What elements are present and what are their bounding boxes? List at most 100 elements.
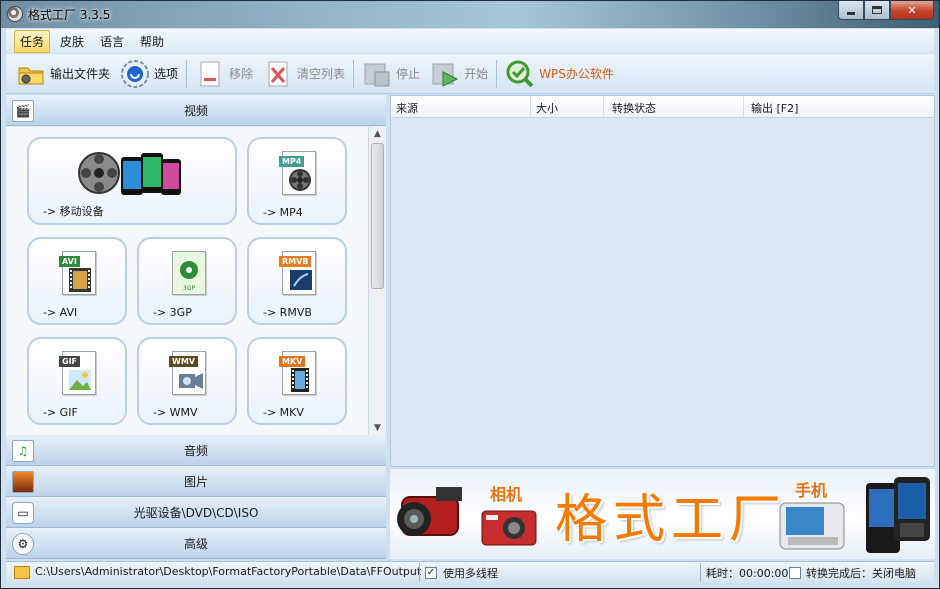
format-3gp[interactable]: 3GP -> 3GP (137, 237, 237, 325)
advanced-reel-icon: ⚙ (12, 533, 34, 555)
multithread-label: 使用多线程 (443, 567, 498, 580)
maximize-icon (872, 6, 882, 14)
format-mkv[interactable]: MKV -> MKV (247, 337, 347, 425)
optical-drive-icon: ▭ (12, 502, 34, 524)
category-video-header[interactable]: 🎬 视频 (6, 95, 386, 126)
column-status[interactable]: 转换状态 (612, 100, 656, 116)
clear-list-label: 清空列表 (297, 67, 346, 81)
column-divider (530, 96, 531, 118)
column-divider (743, 96, 744, 118)
stop-icon (362, 59, 392, 89)
app-window: 格式工厂 3.3.5 ✕ 任务 皮肤 语言 帮助 输出文件夹 选项 移除 清空列… (0, 0, 940, 589)
format-rmvb[interactable]: RMVB -> RMVB (247, 237, 347, 325)
film-icon: 🎬 (12, 100, 34, 122)
video-format-grid: -> 移动设备 MP4 -> MP4 AVI -> AVI 3GP -> 3GP… (6, 127, 386, 435)
pda-phones-icon (866, 477, 930, 553)
minimize-button[interactable] (838, 1, 864, 20)
maximize-button[interactable] (864, 1, 890, 20)
format-avi-label: -> AVI (43, 306, 78, 319)
window-title: 格式工厂 3.3.5 (28, 8, 111, 22)
folder-icon (16, 59, 46, 89)
gif-file-icon: GIF (54, 347, 100, 399)
3gp-tag: 3GP (183, 285, 195, 292)
output-folder-label: 输出文件夹 (50, 67, 111, 81)
column-size[interactable]: 大小 (536, 100, 558, 116)
column-output[interactable]: 输出 [F2] (751, 100, 798, 116)
format-rmvb-label: -> RMVB (263, 306, 312, 319)
format-wmv[interactable]: WMV -> WMV (137, 337, 237, 425)
menu-language[interactable]: 语言 (94, 30, 130, 53)
format-mp4[interactable]: MP4 -> MP4 (247, 137, 347, 225)
format-mkv-label: -> MKV (263, 406, 304, 419)
stop-label: 停止 (396, 67, 421, 81)
toolbar: 输出文件夹 选项 移除 清空列表 停止 开始 WPS办公软件 (6, 54, 934, 94)
wps-search-icon (505, 59, 535, 89)
category-advanced-label: 高级 (183, 536, 208, 551)
camera-tag: 相机 (490, 485, 523, 504)
column-divider (603, 96, 604, 118)
task-list-header: 来源 大小 转换状态 输出 [F2] (391, 96, 934, 118)
output-path[interactable]: C:\Users\Administrator\Desktop\FormatFac… (35, 565, 421, 578)
scrollbar-thumb[interactable] (371, 143, 384, 289)
minimize-icon (847, 11, 855, 15)
rmvb-file-icon: RMVB (274, 247, 320, 299)
close-icon: ✕ (907, 3, 917, 17)
category-picture-label: 图片 (183, 474, 208, 489)
picture-icon (12, 471, 34, 493)
category-rom-header[interactable]: ▭ 光驱设备\DVD\CD\ISO (6, 497, 386, 528)
mkv-file-icon: MKV (274, 347, 320, 399)
after-done-label: 转换完成后：关闭电脑 (806, 567, 916, 580)
format-gif-label: -> GIF (43, 406, 78, 419)
menu-task[interactable]: 任务 (14, 29, 51, 53)
options-label: 选项 (154, 67, 179, 81)
format-gif[interactable]: GIF -> GIF (27, 337, 127, 425)
clear-list-button[interactable]: 清空列表 (263, 59, 345, 89)
format-mobile-device[interactable]: -> 移动设备 (27, 137, 237, 225)
category-audio-label: 音频 (183, 443, 208, 458)
menu-bar: 任务 皮肤 语言 帮助 (6, 29, 934, 53)
format-grid-scrollbar[interactable]: ▲ ▼ (368, 127, 386, 435)
camcorder-icon (397, 487, 462, 536)
stop-button[interactable]: 停止 (362, 59, 420, 89)
scroll-down-icon[interactable]: ▼ (369, 421, 386, 435)
category-audio-header[interactable]: ♫ 音频 (6, 435, 386, 466)
gear-icon (120, 59, 150, 89)
menu-help[interactable]: 帮助 (134, 30, 170, 53)
format-avi[interactable]: AVI -> AVI (27, 237, 127, 325)
smartphone-keyboard-icon (779, 502, 845, 550)
status-divider (700, 563, 701, 582)
output-folder-button[interactable]: 输出文件夹 (16, 59, 110, 89)
category-rom-label: 光驱设备\DVD\CD\ISO (133, 505, 259, 520)
start-button[interactable]: 开始 (430, 59, 488, 89)
multithread-checkbox[interactable]: ✓ (425, 567, 437, 579)
close-button[interactable]: ✕ (890, 1, 934, 20)
folder-icon (14, 566, 30, 579)
task-list[interactable]: 来源 大小 转换状态 输出 [F2] (390, 95, 935, 467)
scroll-up-icon[interactable]: ▲ (369, 127, 386, 141)
category-picture-header[interactable]: 图片 (6, 466, 386, 497)
shutdown-checkbox[interactable] (789, 567, 801, 579)
app-logo-icon (7, 6, 23, 22)
toolbar-separator (353, 59, 355, 88)
remove-button[interactable]: 移除 (195, 59, 253, 89)
toolbar-separator (496, 59, 498, 88)
status-divider (419, 563, 420, 582)
wps-office-label: WPS办公软件 (539, 67, 614, 81)
brand-banner: 相机 格式工厂 手机 (390, 469, 935, 559)
category-advanced-header[interactable]: ⚙ 高级 (6, 528, 386, 559)
format-mp4-label: -> MP4 (263, 206, 303, 219)
toolbar-separator (186, 59, 188, 88)
format-mobile-label: -> 移动设备 (43, 205, 104, 218)
clear-list-icon (263, 59, 293, 89)
start-label: 开始 (464, 67, 489, 81)
mobile-device-icon (77, 147, 187, 199)
menu-skin[interactable]: 皮肤 (54, 30, 90, 53)
wps-office-button[interactable]: WPS办公软件 (505, 59, 614, 89)
category-panel: 🎬 视频 -> 移动设备 MP4 -> MP4 AVI -> AVI 3GP -… (6, 95, 386, 559)
music-note-icon: ♫ (12, 440, 34, 462)
avi-file-icon: AVI (54, 247, 100, 299)
column-source[interactable]: 来源 (396, 100, 418, 116)
options-button[interactable]: 选项 (120, 59, 178, 89)
remove-label: 移除 (229, 67, 254, 81)
title-bar[interactable]: 格式工厂 3.3.5 ✕ (1, 1, 939, 28)
